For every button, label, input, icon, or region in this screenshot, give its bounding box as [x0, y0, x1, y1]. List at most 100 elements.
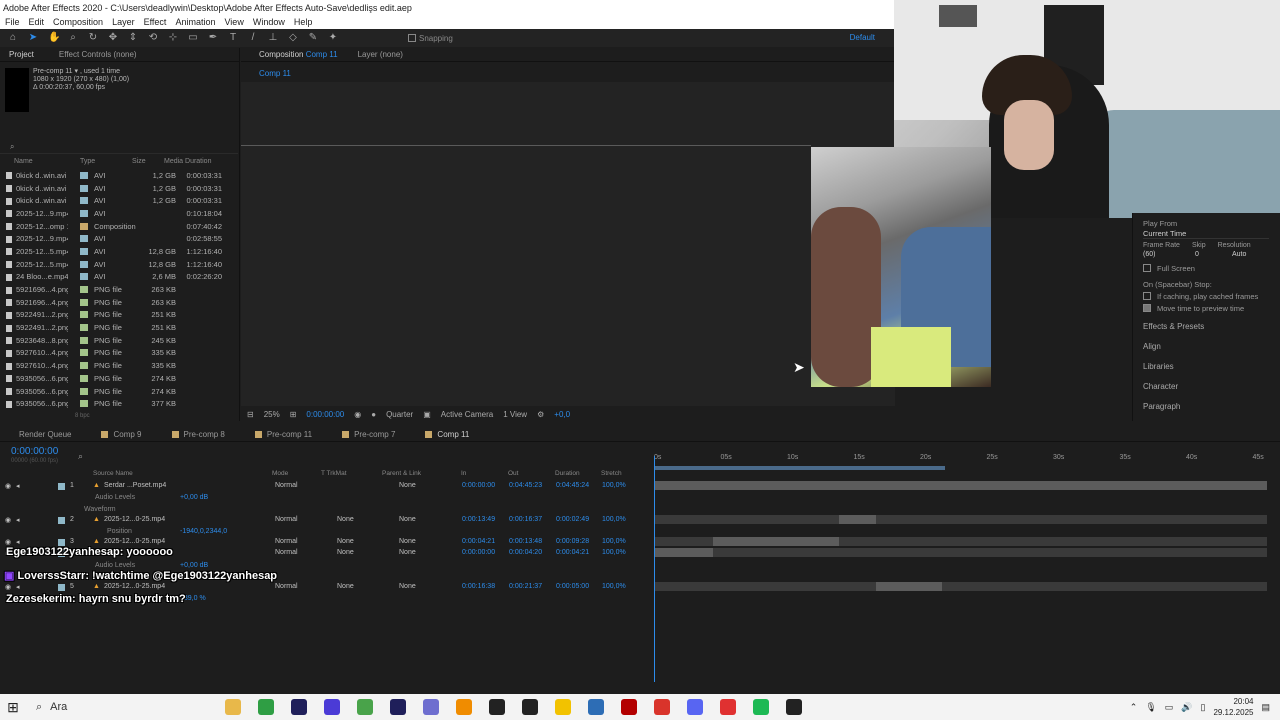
breadcrumb[interactable]: Comp 11 — [259, 69, 291, 78]
layer-mode[interactable]: Normal — [275, 549, 298, 556]
layer-in[interactable]: 0:00:16:38 — [462, 583, 495, 590]
file-row[interactable]: 2025-12...5.mp4 AVI 12,8 GB 1:12:16:40 — [0, 245, 230, 258]
eye-icon[interactable]: ◉ — [5, 516, 11, 524]
menu-item-help[interactable]: Help — [294, 17, 313, 27]
work-area-bar[interactable] — [655, 466, 945, 470]
media-encoder-icon[interactable] — [381, 694, 414, 720]
rectangle-tool-icon[interactable]: ▭ — [188, 33, 198, 43]
panel-character[interactable]: Character — [1143, 382, 1270, 394]
file-row[interactable]: 5922491...2.png PNG file 251 KB — [0, 321, 230, 334]
color-icon[interactable]: ● — [371, 410, 376, 419]
panel-align[interactable]: Align — [1143, 342, 1270, 354]
time-ruler[interactable]: 0s 05s 10s 15s 20s 25s 30s 35s 40s 45s — [650, 452, 1270, 466]
tab-comp-9[interactable]: Comp 9 — [101, 430, 142, 439]
grid-icon[interactable]: ⊞ — [290, 410, 297, 419]
label-swatch[interactable] — [80, 336, 88, 344]
file-row[interactable]: 0kick d..win.avi AVI 1,2 GB 0:00:03:31 — [0, 182, 230, 195]
menu-item-layer[interactable]: Layer — [112, 17, 135, 27]
label-swatch[interactable] — [58, 517, 65, 524]
layer-duration-bar[interactable] — [655, 481, 1267, 490]
media-icon[interactable] — [513, 694, 546, 720]
file-row[interactable]: 2025-12...5.mp4 AVI 12,8 GB 1:12:16:40 — [0, 258, 230, 271]
layer-duration-bar[interactable] — [655, 548, 713, 557]
menu-item-composition[interactable]: Composition — [53, 17, 103, 27]
layer-out[interactable]: 0:00:04:20 — [509, 549, 542, 556]
file-row[interactable]: 24 Bloo...e.mp4 AVI 2,6 MB 0:02:26:20 — [0, 271, 230, 284]
menu-item-window[interactable]: Window — [253, 17, 285, 27]
volume-icon[interactable]: 🔊 — [1181, 702, 1192, 713]
layer-duration[interactable]: 0:00:02:49 — [556, 516, 589, 523]
label-swatch[interactable] — [80, 298, 88, 306]
battery-icon[interactable]: ▯ — [1200, 702, 1205, 713]
label-swatch[interactable] — [58, 584, 65, 591]
brave-vpn-icon[interactable] — [315, 694, 348, 720]
network-icon[interactable]: ▭ — [1165, 702, 1174, 713]
sub-position-value[interactable]: -1940,0,2344,0 — [180, 528, 227, 535]
magnification-icon[interactable]: ⊟ — [247, 410, 254, 419]
file-row[interactable]: 2025-12...9.mp4 AVI 0:10:18:04 — [0, 207, 230, 220]
label-swatch[interactable] — [80, 362, 88, 370]
col-type[interactable]: Type — [80, 158, 132, 168]
tab-pre-comp-11[interactable]: Pre-comp 11 — [254, 430, 312, 439]
timecode-display[interactable]: 0:00:00:00 — [306, 410, 344, 419]
layer-duration[interactable]: 0:00:09:28 — [556, 538, 589, 545]
file-row[interactable]: 5935056...6.png PNG file 274 KB — [0, 372, 230, 385]
capcut-icon[interactable] — [480, 694, 513, 720]
speaker-icon[interactable]: ◂ — [16, 482, 20, 490]
if-caching-checkbox[interactable] — [1143, 292, 1151, 300]
menu-item-effect[interactable]: Effect — [144, 17, 167, 27]
layer-stretch[interactable]: 100,0% — [602, 583, 626, 590]
microphone-icon[interactable]: 🎙 — [1145, 702, 1156, 713]
layer-stretch[interactable]: 100,0% — [602, 516, 626, 523]
layer-duration-bar[interactable] — [876, 582, 943, 591]
chrome-icon[interactable] — [249, 694, 282, 720]
eraser-tool-icon[interactable]: ◇ — [288, 33, 298, 43]
photoshop-icon[interactable] — [579, 694, 612, 720]
layer-stretch[interactable]: 100,0% — [602, 549, 626, 556]
eye-icon[interactable]: ◉ — [5, 583, 11, 591]
layer-duration[interactable]: 0:00:05:00 — [556, 583, 589, 590]
label-swatch[interactable] — [80, 184, 88, 192]
full-screen-checkbox[interactable] — [1143, 264, 1151, 272]
layer-parent[interactable]: None — [399, 538, 416, 545]
layer-duration[interactable]: 0:04:45:24 — [556, 482, 589, 489]
clone-stamp-icon[interactable]: ⊥ — [268, 33, 278, 43]
file-row[interactable]: 5922491...2.png PNG file 251 KB — [0, 309, 230, 322]
file-explorer-icon[interactable] — [216, 694, 249, 720]
snapping-toggle[interactable]: Snapping — [408, 34, 453, 43]
roto-brush-icon[interactable]: ✎ — [308, 33, 318, 43]
workspace-default[interactable]: Default — [850, 33, 875, 42]
frame-rate-select[interactable]: (60) — [1143, 251, 1183, 258]
layer-duration[interactable]: 0:00:04:21 — [556, 549, 589, 556]
snapping-checkbox[interactable] — [408, 34, 416, 42]
layer-mode[interactable]: Normal — [275, 538, 298, 545]
taskbar-search[interactable]: ⌕ Ara — [26, 694, 216, 720]
hand-tool-icon[interactable]: ✋ — [48, 33, 60, 43]
speaker-icon[interactable]: ◂ — [16, 516, 20, 524]
layer-parent[interactable]: None — [399, 549, 416, 556]
timeline-layer-row[interactable]: ◉ ◂ ▲ 2 2025-12...0-25.mp4 Normal None None 0:00… — [0, 515, 650, 526]
bpc-label[interactable]: 8 bpc — [75, 413, 90, 419]
label-swatch[interactable] — [80, 349, 88, 357]
layer-track[interactable] — [655, 515, 1267, 524]
file-row[interactable]: 5927610...4.png PNG file 335 KB — [0, 347, 230, 360]
tab-composition[interactable]: Composition Comp 11 — [259, 50, 338, 59]
puppet-pin-icon[interactable]: ✦ — [328, 33, 338, 43]
dolly-camera-icon[interactable]: ⇕ — [128, 33, 138, 43]
region-icon[interactable]: ▣ — [423, 410, 431, 419]
move-time-checkbox[interactable] — [1143, 304, 1151, 312]
layer-trkmat[interactable]: None — [337, 549, 354, 556]
selection-tool-icon[interactable]: ➤ — [28, 33, 38, 43]
layer-trkmat[interactable]: None — [337, 583, 354, 590]
file-row[interactable]: 5935056...6.png PNG file 274 KB — [0, 385, 230, 398]
label-swatch[interactable] — [80, 273, 88, 281]
layer-duration-bar[interactable] — [838, 515, 876, 524]
tab-layer[interactable]: Layer (none) — [358, 50, 403, 59]
zoom-select[interactable]: 25% — [264, 410, 280, 419]
menu-item-view[interactable]: View — [224, 17, 243, 27]
layer-parent[interactable]: None — [399, 516, 416, 523]
browser-icon[interactable] — [414, 694, 447, 720]
layer-parent[interactable]: None — [399, 583, 416, 590]
view-layout-select[interactable]: 1 View — [503, 410, 527, 419]
label-swatch[interactable] — [80, 374, 88, 382]
